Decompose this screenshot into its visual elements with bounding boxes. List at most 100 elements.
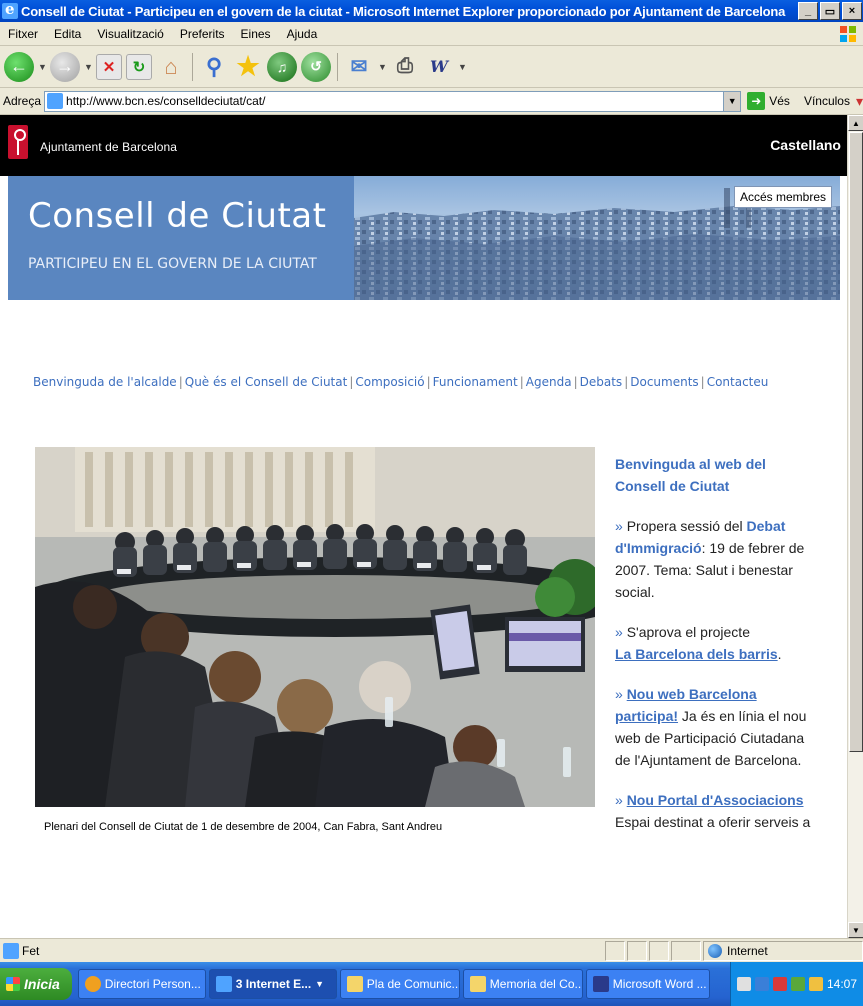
- ie-app-icon: [215, 976, 232, 992]
- security-zone: Internet: [703, 941, 863, 961]
- page-status-icon: [3, 942, 19, 959]
- tray-security-icon[interactable]: [772, 977, 787, 991]
- go-button[interactable]: ➜ Vés: [747, 92, 790, 110]
- menu-file[interactable]: Fitxer: [0, 27, 46, 41]
- taskbar-item[interactable]: Memoria del Co...: [462, 969, 583, 999]
- maximize-button[interactable]: ▭: [820, 2, 840, 20]
- window-title-bar[interactable]: Consell de Ciutat - Participeu en el gov…: [0, 0, 863, 22]
- links-button[interactable]: Vínculos: [804, 94, 850, 108]
- back-dropdown-icon[interactable]: ▼: [38, 62, 47, 72]
- bullet-icon: »: [615, 792, 627, 808]
- globe-icon: [708, 944, 722, 958]
- main-navigation: Benvinguda de l'alcalde | Què és el Consel…: [33, 375, 769, 389]
- folder-icon: [346, 976, 363, 992]
- edit-dropdown-icon[interactable]: ▼: [458, 62, 467, 72]
- news-item2-link[interactable]: La Barcelona dels barris: [615, 646, 778, 662]
- go-label: Vés: [769, 94, 790, 108]
- menu-edit[interactable]: Edita: [46, 27, 89, 41]
- minimize-button[interactable]: _: [798, 2, 818, 20]
- vertical-scrollbar[interactable]: ▲ ▼: [847, 115, 863, 938]
- tray-messenger-icon[interactable]: [790, 977, 805, 991]
- barcelona-logo-icon[interactable]: [8, 125, 28, 159]
- status-pane: [605, 941, 625, 961]
- members-access-button[interactable]: Accés membres: [733, 186, 832, 208]
- taskbar-item[interactable]: Microsoft Word ...: [585, 969, 710, 999]
- taskbar-item[interactable]: Pla de Comunic...: [339, 969, 460, 999]
- system-tray: 14:07: [729, 962, 863, 1006]
- forward-dropdown-icon[interactable]: ▼: [84, 62, 93, 72]
- status-pane: [671, 941, 701, 961]
- favorites-button[interactable]: ★: [233, 51, 263, 82]
- status-pane: [627, 941, 647, 961]
- taskbar-item-active[interactable]: 3 Internet E... ▼: [208, 969, 337, 999]
- scroll-thumb[interactable]: [849, 132, 863, 752]
- go-arrow-icon: ➜: [747, 92, 766, 110]
- close-button[interactable]: ×: [842, 2, 862, 20]
- home-button[interactable]: ⌂: [156, 52, 186, 82]
- news-item: » Nou Portal d'Associacions Espai destin…: [615, 789, 815, 833]
- address-field[interactable]: ▼: [44, 90, 742, 112]
- task-label: 3 Internet E...: [235, 977, 312, 991]
- scroll-down-icon[interactable]: ▼: [848, 922, 863, 938]
- page-viewport: Ajuntament de Barcelona Castellano Conse…: [0, 115, 847, 938]
- start-button[interactable]: Inicia: [0, 968, 72, 1000]
- bullet-icon: »: [615, 686, 627, 702]
- nav-debates[interactable]: Debats: [580, 375, 623, 389]
- toolbar: ← ▼ → ▼ ✕ ↻ ⌂ ⚲ ★ ♫ ↺ ✉ ▼ ⎙ W ▼: [0, 46, 863, 88]
- address-dropdown-icon[interactable]: ▼: [723, 91, 741, 111]
- nav-contact[interactable]: Contacteu: [707, 375, 769, 389]
- page-icon: [47, 93, 64, 109]
- photo-caption: Plenari del Consell de Ciutat de 1 de de…: [44, 821, 443, 833]
- address-input[interactable]: [66, 92, 724, 110]
- status-bar: Fet Internet: [0, 938, 863, 962]
- tray-network-icon[interactable]: [754, 977, 769, 991]
- nav-operation[interactable]: Funcionament: [433, 375, 518, 389]
- banner-title-text: Consell de Ciutat: [28, 196, 327, 236]
- print-button[interactable]: ⎙: [390, 52, 420, 82]
- tray-app-icon[interactable]: [736, 977, 751, 991]
- toolbar-separator: [192, 52, 193, 81]
- bullet-icon: »: [615, 624, 627, 640]
- scroll-up-icon[interactable]: ▲: [848, 115, 863, 131]
- news-lead: Benvinguda al web del Consell de Ciutat: [615, 456, 766, 494]
- menu-help[interactable]: Ajuda: [279, 27, 326, 41]
- menu-favorites[interactable]: Preferits: [172, 27, 233, 41]
- history-button[interactable]: ↺: [301, 51, 331, 82]
- mail-button[interactable]: ✉: [344, 52, 374, 82]
- news-item2-prefix: S'aprova el projecte: [626, 624, 750, 640]
- news-item2-suffix: .: [777, 646, 782, 662]
- news-item4-link[interactable]: Nou Portal d'Associacions: [627, 792, 804, 808]
- nav-composition[interactable]: Composició: [355, 375, 424, 389]
- org-name[interactable]: Ajuntament de Barcelona: [40, 140, 177, 154]
- news-item1-prefix: Propera sessió del: [626, 518, 743, 534]
- refresh-button[interactable]: ↻: [126, 53, 152, 80]
- address-bar: Adreça ▼ ➜ Vés Vínculos ▾: [0, 88, 863, 115]
- plenary-photo-graphic: [35, 447, 595, 807]
- word-app-icon: [592, 976, 609, 992]
- back-button[interactable]: ←: [4, 51, 34, 82]
- volume-icon[interactable]: [808, 977, 823, 991]
- task-label: Directori Person...: [104, 977, 201, 991]
- forward-button[interactable]: →: [50, 51, 80, 82]
- search-button[interactable]: ⚲: [199, 52, 229, 82]
- mail-dropdown-icon[interactable]: ▼: [378, 62, 387, 72]
- nav-what-is[interactable]: Què és el Consell de Ciutat: [185, 375, 348, 389]
- toolbar-separator: [337, 52, 338, 81]
- site-banner: Consell de Ciutat PARTICIPEU EN EL GOVER…: [8, 176, 840, 300]
- nav-documents[interactable]: Documents: [630, 375, 698, 389]
- nav-agenda[interactable]: Agenda: [526, 375, 572, 389]
- stop-button[interactable]: ✕: [96, 53, 122, 80]
- menu-tools[interactable]: Eines: [233, 27, 279, 41]
- media-button[interactable]: ♫: [267, 51, 297, 82]
- news-item: » Propera sessió del Debat d'Immigració:…: [615, 515, 815, 603]
- banner-title-block: Consell de Ciutat PARTICIPEU EN EL GOVER…: [8, 176, 354, 300]
- taskbar-item[interactable]: Directori Person...: [77, 969, 206, 999]
- menu-view[interactable]: Visualització: [89, 27, 171, 41]
- clock[interactable]: 14:07: [827, 977, 857, 991]
- language-link[interactable]: Castellano: [770, 137, 841, 153]
- nav-welcome[interactable]: Benvinguda de l'alcalde: [33, 375, 177, 389]
- word-edit-button[interactable]: W: [424, 52, 454, 82]
- links-icon[interactable]: ▾: [856, 93, 863, 110]
- group-dropdown-icon: ▼: [315, 979, 325, 989]
- news-sidebar: Benvinguda al web del Consell de Ciutat …: [615, 453, 815, 833]
